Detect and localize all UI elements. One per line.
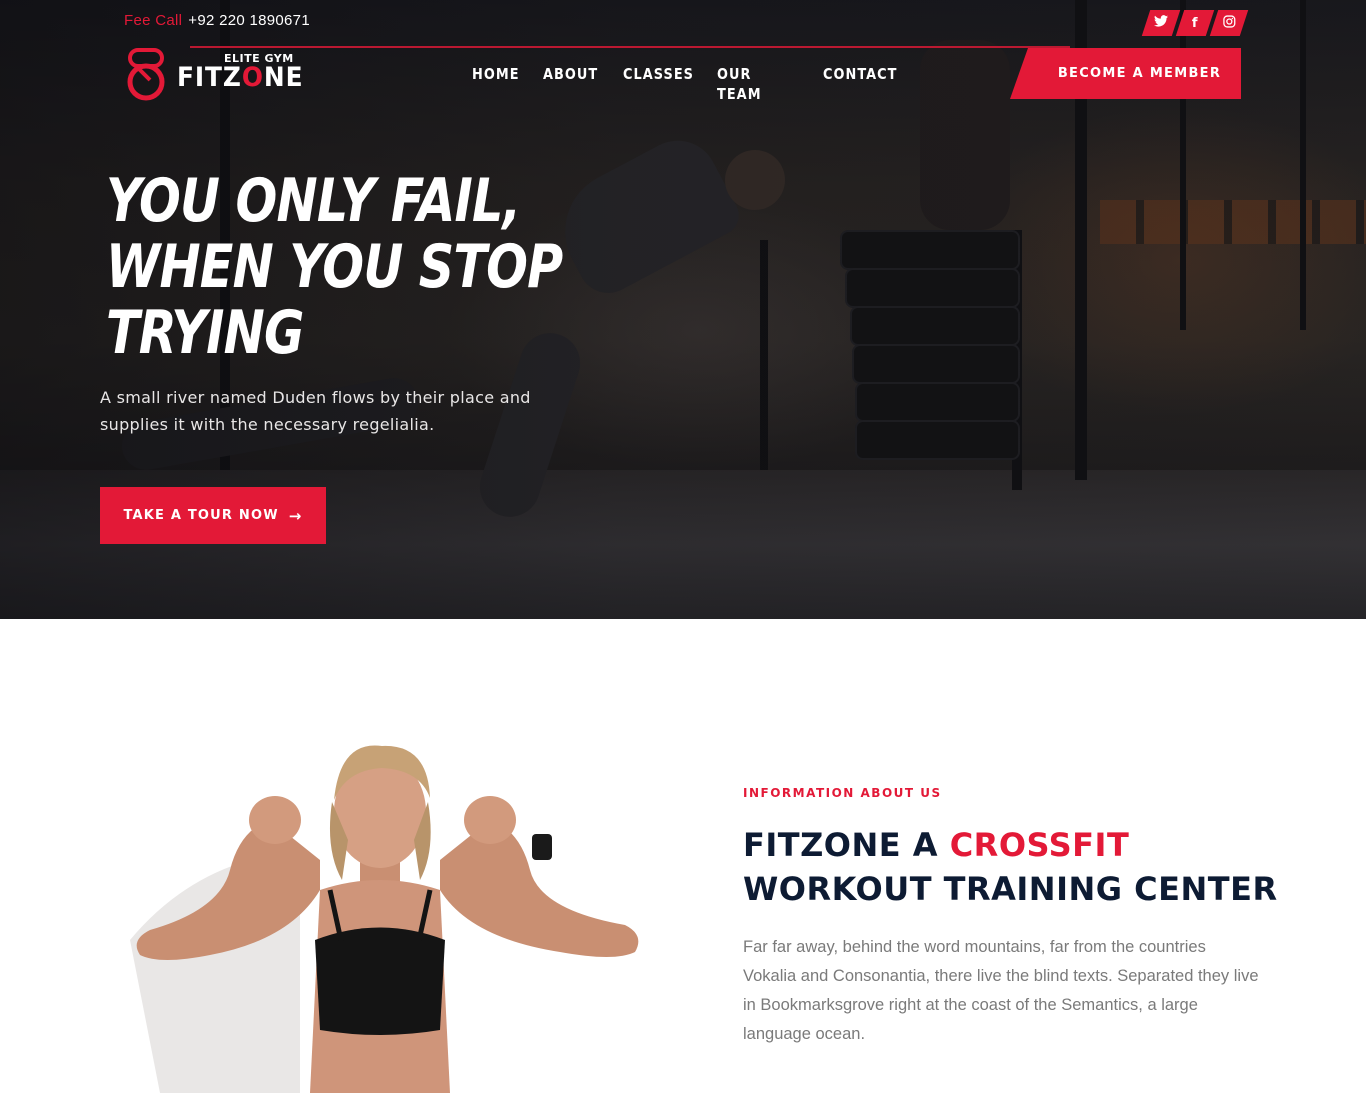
- logo-name-accent: O: [241, 62, 264, 93]
- hero-section: Fee Call +92 220 1890671 f ELITE GYM FITZ…: [0, 0, 1366, 619]
- phone-number[interactable]: +92 220 1890671: [188, 12, 310, 29]
- phone-label: Fee Call: [124, 12, 183, 29]
- about-title: FITZONE A CROSSFIT WORKOUT TRAINING CENT…: [743, 823, 1303, 911]
- about-image: [120, 740, 660, 1093]
- logo[interactable]: ELITE GYM FITZONE: [124, 44, 304, 104]
- fitness-woman-illustration: [130, 745, 639, 1093]
- twitter-icon: [1154, 15, 1168, 31]
- phone-line: Fee Call +92 220 1890671: [124, 12, 310, 29]
- about-title-part: FITZONE A: [743, 826, 950, 864]
- twitter-link[interactable]: [1141, 10, 1181, 36]
- take-tour-label: TAKE A TOUR NOW: [123, 508, 279, 523]
- about-title-accent: CROSSFIT: [949, 826, 1130, 864]
- about-title-part: WORKOUT TRAINING CENTER: [743, 870, 1278, 908]
- kettlebell-logo-icon: [127, 48, 165, 101]
- instagram-icon: [1222, 14, 1236, 32]
- nav-contact[interactable]: CONTACT: [823, 64, 898, 84]
- take-tour-button[interactable]: TAKE A TOUR NOW →: [100, 487, 326, 544]
- hero-subtext: A small river named Duden flows by their…: [100, 388, 531, 434]
- logo-name-part: FITZ: [177, 62, 242, 93]
- arrow-right-icon: →: [288, 506, 303, 525]
- hero-headline-line: YOU ONLY FAIL,: [106, 166, 521, 236]
- facebook-link[interactable]: f: [1175, 10, 1215, 36]
- logo-name: FITZONE: [177, 62, 304, 93]
- social-links: f: [1141, 10, 1249, 36]
- nav-about[interactable]: ABOUT: [543, 64, 598, 84]
- section-eyebrow: INFORMATION ABOUT US: [743, 786, 942, 800]
- header-divider: [190, 46, 1070, 48]
- nav-classes[interactable]: CLASSES: [623, 64, 694, 84]
- hero-headline: YOU ONLY FAIL, WHEN YOU STOP TRYING: [106, 168, 565, 366]
- nav-home[interactable]: HOME: [472, 64, 520, 84]
- about-description: Far far away, behind the word mountains,…: [743, 938, 1259, 1043]
- hero-headline-line: TRYING: [106, 298, 304, 368]
- hero-headline-line: WHEN YOU STOP: [106, 232, 563, 302]
- instagram-link[interactable]: [1209, 10, 1249, 36]
- facebook-icon: f: [1192, 15, 1198, 31]
- logo-name-part: NE: [263, 62, 304, 93]
- become-member-button[interactable]: BECOME A MEMBER: [1010, 48, 1241, 99]
- nav-our-team[interactable]: OUR TEAM: [717, 64, 762, 104]
